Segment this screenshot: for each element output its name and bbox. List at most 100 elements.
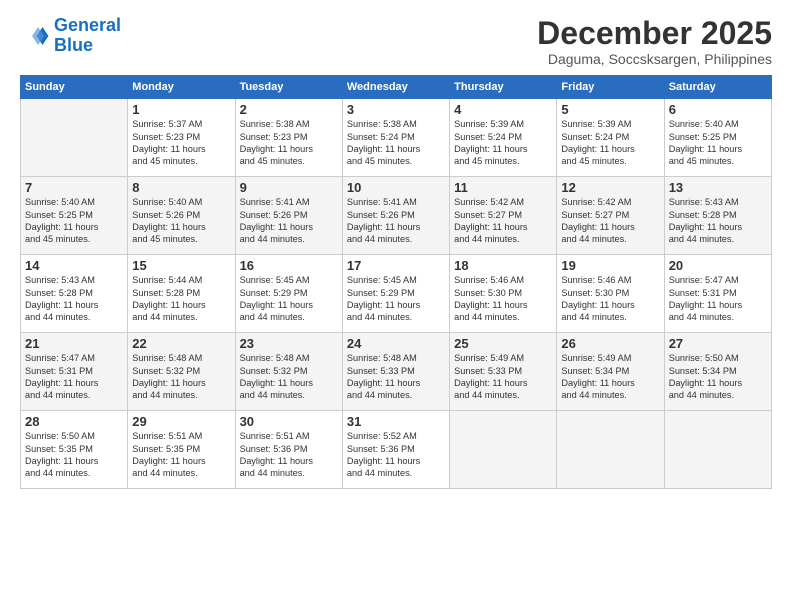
day-number: 18 <box>454 258 552 273</box>
day-info: Sunrise: 5:52 AM Sunset: 5:36 PM Dayligh… <box>347 430 445 480</box>
header-sunday: Sunday <box>21 76 128 99</box>
day-number: 12 <box>561 180 659 195</box>
header-wednesday: Wednesday <box>342 76 449 99</box>
day-number: 20 <box>669 258 767 273</box>
day-number: 8 <box>132 180 230 195</box>
day-number: 16 <box>240 258 338 273</box>
day-cell: 16Sunrise: 5:45 AM Sunset: 5:29 PM Dayli… <box>235 255 342 333</box>
day-number: 19 <box>561 258 659 273</box>
day-info: Sunrise: 5:41 AM Sunset: 5:26 PM Dayligh… <box>347 196 445 246</box>
day-cell: 13Sunrise: 5:43 AM Sunset: 5:28 PM Dayli… <box>664 177 771 255</box>
day-cell: 10Sunrise: 5:41 AM Sunset: 5:26 PM Dayli… <box>342 177 449 255</box>
day-cell: 8Sunrise: 5:40 AM Sunset: 5:26 PM Daylig… <box>128 177 235 255</box>
day-info: Sunrise: 5:47 AM Sunset: 5:31 PM Dayligh… <box>25 352 123 402</box>
day-info: Sunrise: 5:37 AM Sunset: 5:23 PM Dayligh… <box>132 118 230 168</box>
day-info: Sunrise: 5:48 AM Sunset: 5:32 PM Dayligh… <box>240 352 338 402</box>
header-monday: Monday <box>128 76 235 99</box>
day-number: 11 <box>454 180 552 195</box>
header-row: SundayMondayTuesdayWednesdayThursdayFrid… <box>21 76 772 99</box>
day-number: 17 <box>347 258 445 273</box>
day-number: 5 <box>561 102 659 117</box>
day-cell: 7Sunrise: 5:40 AM Sunset: 5:25 PM Daylig… <box>21 177 128 255</box>
header-friday: Friday <box>557 76 664 99</box>
day-info: Sunrise: 5:47 AM Sunset: 5:31 PM Dayligh… <box>669 274 767 324</box>
week-row-3: 21Sunrise: 5:47 AM Sunset: 5:31 PM Dayli… <box>21 333 772 411</box>
day-number: 7 <box>25 180 123 195</box>
day-number: 21 <box>25 336 123 351</box>
day-cell: 12Sunrise: 5:42 AM Sunset: 5:27 PM Dayli… <box>557 177 664 255</box>
day-info: Sunrise: 5:38 AM Sunset: 5:24 PM Dayligh… <box>347 118 445 168</box>
day-number: 23 <box>240 336 338 351</box>
day-info: Sunrise: 5:45 AM Sunset: 5:29 PM Dayligh… <box>347 274 445 324</box>
day-info: Sunrise: 5:48 AM Sunset: 5:33 PM Dayligh… <box>347 352 445 402</box>
day-number: 13 <box>669 180 767 195</box>
day-number: 2 <box>240 102 338 117</box>
day-cell: 27Sunrise: 5:50 AM Sunset: 5:34 PM Dayli… <box>664 333 771 411</box>
day-number: 27 <box>669 336 767 351</box>
day-info: Sunrise: 5:40 AM Sunset: 5:26 PM Dayligh… <box>132 196 230 246</box>
calendar-table: SundayMondayTuesdayWednesdayThursdayFrid… <box>20 75 772 489</box>
day-info: Sunrise: 5:38 AM Sunset: 5:23 PM Dayligh… <box>240 118 338 168</box>
day-number: 22 <box>132 336 230 351</box>
day-cell: 1Sunrise: 5:37 AM Sunset: 5:23 PM Daylig… <box>128 99 235 177</box>
day-info: Sunrise: 5:50 AM Sunset: 5:34 PM Dayligh… <box>669 352 767 402</box>
week-row-4: 28Sunrise: 5:50 AM Sunset: 5:35 PM Dayli… <box>21 411 772 489</box>
day-info: Sunrise: 5:40 AM Sunset: 5:25 PM Dayligh… <box>25 196 123 246</box>
page-title: December 2025 <box>537 16 772 51</box>
day-cell: 15Sunrise: 5:44 AM Sunset: 5:28 PM Dayli… <box>128 255 235 333</box>
day-number: 28 <box>25 414 123 429</box>
day-info: Sunrise: 5:51 AM Sunset: 5:36 PM Dayligh… <box>240 430 338 480</box>
day-info: Sunrise: 5:43 AM Sunset: 5:28 PM Dayligh… <box>25 274 123 324</box>
logo: General Blue <box>20 16 121 56</box>
day-cell: 26Sunrise: 5:49 AM Sunset: 5:34 PM Dayli… <box>557 333 664 411</box>
day-cell: 17Sunrise: 5:45 AM Sunset: 5:29 PM Dayli… <box>342 255 449 333</box>
day-number: 6 <box>669 102 767 117</box>
day-cell <box>557 411 664 489</box>
day-cell: 21Sunrise: 5:47 AM Sunset: 5:31 PM Dayli… <box>21 333 128 411</box>
week-row-1: 7Sunrise: 5:40 AM Sunset: 5:25 PM Daylig… <box>21 177 772 255</box>
logo-icon <box>20 21 50 51</box>
day-number: 29 <box>132 414 230 429</box>
week-row-2: 14Sunrise: 5:43 AM Sunset: 5:28 PM Dayli… <box>21 255 772 333</box>
logo-text: General Blue <box>54 16 121 56</box>
calendar-page: General Blue December 2025 Daguma, Soccs… <box>0 0 792 612</box>
day-cell: 4Sunrise: 5:39 AM Sunset: 5:24 PM Daylig… <box>450 99 557 177</box>
day-info: Sunrise: 5:42 AM Sunset: 5:27 PM Dayligh… <box>561 196 659 246</box>
day-number: 4 <box>454 102 552 117</box>
day-info: Sunrise: 5:48 AM Sunset: 5:32 PM Dayligh… <box>132 352 230 402</box>
day-info: Sunrise: 5:41 AM Sunset: 5:26 PM Dayligh… <box>240 196 338 246</box>
page-subtitle: Daguma, Soccsksargen, Philippines <box>537 51 772 67</box>
day-number: 14 <box>25 258 123 273</box>
day-info: Sunrise: 5:46 AM Sunset: 5:30 PM Dayligh… <box>454 274 552 324</box>
day-cell: 6Sunrise: 5:40 AM Sunset: 5:25 PM Daylig… <box>664 99 771 177</box>
header-tuesday: Tuesday <box>235 76 342 99</box>
day-cell <box>664 411 771 489</box>
header-thursday: Thursday <box>450 76 557 99</box>
day-number: 24 <box>347 336 445 351</box>
day-cell: 3Sunrise: 5:38 AM Sunset: 5:24 PM Daylig… <box>342 99 449 177</box>
day-cell: 24Sunrise: 5:48 AM Sunset: 5:33 PM Dayli… <box>342 333 449 411</box>
day-number: 31 <box>347 414 445 429</box>
title-block: December 2025 Daguma, Soccsksargen, Phil… <box>537 16 772 67</box>
day-cell: 30Sunrise: 5:51 AM Sunset: 5:36 PM Dayli… <box>235 411 342 489</box>
day-cell <box>21 99 128 177</box>
day-info: Sunrise: 5:42 AM Sunset: 5:27 PM Dayligh… <box>454 196 552 246</box>
day-number: 25 <box>454 336 552 351</box>
day-info: Sunrise: 5:40 AM Sunset: 5:25 PM Dayligh… <box>669 118 767 168</box>
day-cell: 9Sunrise: 5:41 AM Sunset: 5:26 PM Daylig… <box>235 177 342 255</box>
day-cell: 31Sunrise: 5:52 AM Sunset: 5:36 PM Dayli… <box>342 411 449 489</box>
day-info: Sunrise: 5:43 AM Sunset: 5:28 PM Dayligh… <box>669 196 767 246</box>
header: General Blue December 2025 Daguma, Soccs… <box>20 16 772 67</box>
day-info: Sunrise: 5:51 AM Sunset: 5:35 PM Dayligh… <box>132 430 230 480</box>
logo-general: General <box>54 15 121 35</box>
day-info: Sunrise: 5:39 AM Sunset: 5:24 PM Dayligh… <box>561 118 659 168</box>
day-info: Sunrise: 5:50 AM Sunset: 5:35 PM Dayligh… <box>25 430 123 480</box>
day-info: Sunrise: 5:49 AM Sunset: 5:34 PM Dayligh… <box>561 352 659 402</box>
day-number: 10 <box>347 180 445 195</box>
day-number: 26 <box>561 336 659 351</box>
logo-blue: Blue <box>54 35 93 55</box>
day-info: Sunrise: 5:45 AM Sunset: 5:29 PM Dayligh… <box>240 274 338 324</box>
day-cell: 2Sunrise: 5:38 AM Sunset: 5:23 PM Daylig… <box>235 99 342 177</box>
day-cell: 28Sunrise: 5:50 AM Sunset: 5:35 PM Dayli… <box>21 411 128 489</box>
day-cell <box>450 411 557 489</box>
